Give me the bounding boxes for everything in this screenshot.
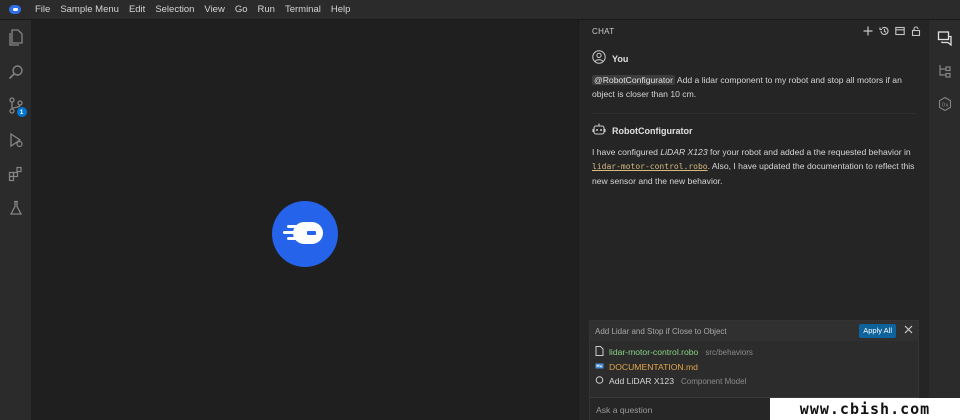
assistant-author: RobotConfigurator — [612, 126, 693, 136]
assistant-message-text: I have configured LiDAR X123 for your ro… — [592, 145, 916, 188]
agent-mention[interactable]: @RobotConfigurator — [592, 75, 675, 85]
search-icon[interactable] — [6, 60, 26, 83]
edit-file-row[interactable]: Add LiDAR X123 Component Model — [590, 374, 918, 389]
menu-selection[interactable]: Selection — [150, 0, 199, 20]
robot-avatar-icon — [592, 122, 606, 141]
source-control-badge: 1 — [16, 107, 27, 117]
user-author: You — [612, 54, 629, 64]
assistant-text-part2: for your robot and added a the requested… — [707, 147, 911, 157]
run-debug-icon[interactable] — [6, 128, 26, 151]
menu-bar: File Sample Menu Edit Selection View Go … — [0, 0, 960, 20]
edit-file-row[interactable]: DOCUMENTATION.md — [590, 360, 918, 375]
menu-terminal[interactable]: Terminal — [280, 0, 326, 20]
extensions-icon[interactable] — [6, 162, 26, 185]
watermark-text: www.cbish.com — [799, 400, 931, 418]
open-in-editor-icon[interactable] — [894, 26, 905, 37]
files-icon[interactable] — [6, 26, 26, 49]
editor-area — [31, 20, 578, 420]
chat-header: CHAT — [579, 20, 929, 42]
edit-set-title: Add Lidar and Stop if Close to Object — [595, 326, 727, 336]
history-icon[interactable] — [878, 26, 889, 37]
user-avatar-icon — [592, 49, 606, 69]
edit-file-name[interactable]: Add LiDAR X123 — [609, 376, 674, 386]
apply-all-button[interactable]: Apply All — [859, 324, 896, 338]
menu-edit[interactable]: Edit — [124, 0, 150, 20]
chat-actions — [862, 26, 921, 37]
testing-icon[interactable] — [6, 196, 26, 219]
secondary-activity-bar: 0x — [929, 20, 960, 420]
menu-help[interactable]: Help — [326, 0, 356, 20]
assistant-message: RobotConfigurator I have configured LiDA… — [579, 114, 929, 188]
edit-file-path: src/behaviors — [705, 347, 753, 357]
close-icon[interactable] — [904, 325, 913, 337]
menu-sample-menu[interactable]: Sample Menu — [55, 0, 124, 20]
edit-file-path: Component Model — [680, 376, 747, 386]
watermark: www.cbish.com — [770, 398, 960, 420]
component-icon — [595, 372, 604, 390]
app-logo-icon — [0, 0, 30, 20]
menu-run[interactable]: Run — [253, 0, 280, 20]
robot-structure-icon[interactable] — [935, 59, 955, 82]
ide-window: File Sample Menu Edit Selection View Go … — [0, 0, 960, 420]
edit-set-actions: Apply All — [859, 324, 913, 338]
lock-icon[interactable] — [910, 26, 921, 37]
edit-file-name[interactable]: DOCUMENTATION.md — [609, 362, 698, 372]
menu-view[interactable]: View — [199, 0, 229, 20]
user-message-text: @RobotConfigurator Add a lidar component… — [592, 73, 916, 101]
device-name: LiDAR X123 — [660, 147, 708, 157]
assistant-message-header: RobotConfigurator — [592, 122, 916, 140]
user-message-header: You — [592, 49, 916, 69]
app-watermark-logo-icon — [272, 201, 338, 267]
chat-icon[interactable] — [935, 26, 955, 49]
assistant-text-part1: I have configured — [592, 147, 661, 157]
hex-component-icon[interactable]: 0x — [935, 92, 955, 115]
chat-title: CHAT — [592, 26, 615, 36]
new-chat-icon[interactable] — [862, 26, 873, 37]
edit-file-name[interactable]: lidar-motor-control.robo — [609, 347, 698, 357]
svg-text:0x: 0x — [941, 102, 948, 108]
file-link[interactable]: lidar-motor-control.robo — [592, 162, 708, 171]
edit-file-row[interactable]: lidar-motor-control.robo src/behaviors — [590, 345, 918, 360]
activity-bar: 1 — [0, 20, 31, 420]
source-control-icon[interactable]: 1 — [6, 94, 27, 117]
edit-set-header: Add Lidar and Stop if Close to Object Ap… — [590, 321, 918, 341]
menu-file[interactable]: File — [30, 0, 55, 20]
user-message: You @RobotConfigurator Add a lidar compo… — [579, 42, 929, 114]
chat-panel: CHAT You @RobotConfigurator Add a lidar … — [578, 20, 929, 420]
chat-input-placeholder: Ask a question — [596, 404, 653, 415]
menu-go[interactable]: Go — [230, 0, 253, 20]
